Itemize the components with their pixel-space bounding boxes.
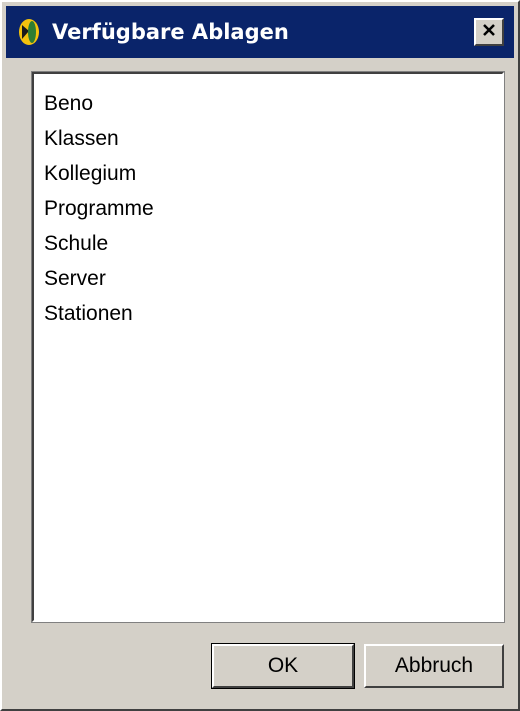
repository-listbox[interactable]: Beno Klassen Kollegium Programme Schule … [31, 71, 505, 623]
close-icon [481, 22, 497, 43]
title-bar[interactable]: Verfügbare Ablagen [6, 6, 514, 58]
list-item[interactable]: Stationen [44, 296, 502, 331]
dialog-window: Verfügbare Ablagen Beno Klassen Kollegiu… [0, 0, 520, 711]
list-item[interactable]: Schule [44, 226, 502, 261]
list-item[interactable]: Beno [44, 86, 502, 121]
close-button[interactable] [474, 18, 504, 46]
ok-button[interactable]: OK [211, 643, 355, 689]
list-item[interactable]: Klassen [44, 121, 502, 156]
window-title: Verfügbare Ablagen [52, 20, 289, 44]
list-item[interactable]: Kollegium [44, 156, 502, 191]
repository-list: Beno Klassen Kollegium Programme Schule … [34, 74, 502, 331]
cancel-button[interactable]: Abbruch [364, 644, 504, 688]
list-item[interactable]: Server [44, 261, 502, 296]
list-item[interactable]: Programme [44, 191, 502, 226]
folder-share-icon [14, 16, 44, 48]
